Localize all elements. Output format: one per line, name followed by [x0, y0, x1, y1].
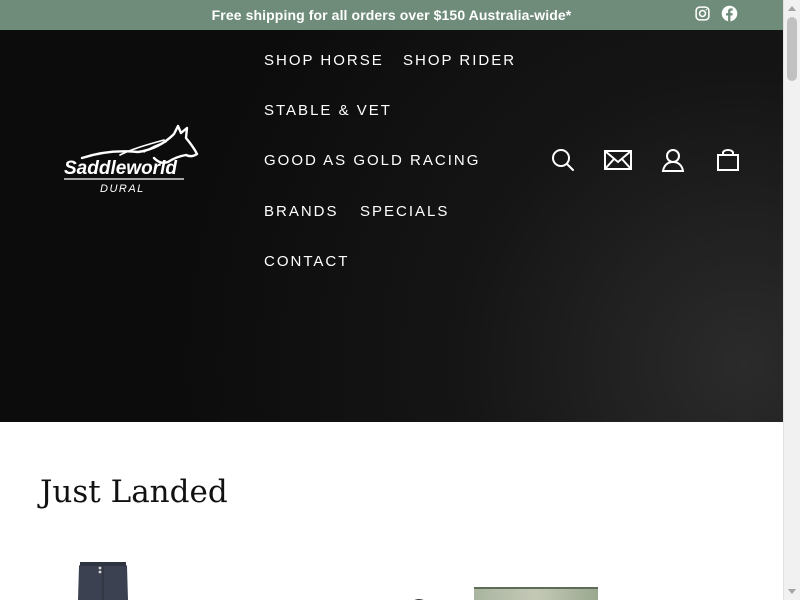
instagram-icon[interactable]	[694, 5, 711, 22]
nav-shop-horse[interactable]: SHOP HORSE	[264, 52, 384, 69]
scroll-thumb[interactable]	[787, 17, 797, 81]
nav-contact[interactable]: CONTACT	[264, 253, 349, 270]
scroll-down-arrow[interactable]	[788, 589, 796, 594]
page-scrollbar[interactable]	[783, 0, 800, 600]
scroll-up-arrow[interactable]	[788, 6, 796, 11]
product-image-item[interactable]	[648, 594, 662, 600]
product-image-breeches[interactable]	[76, 560, 130, 600]
nav-brands[interactable]: BRANDS	[264, 203, 339, 220]
nav-stable-vet[interactable]: STABLE & VET	[264, 102, 392, 119]
envelope-icon[interactable]	[603, 147, 633, 173]
just-landed-title: Just Landed	[40, 474, 228, 510]
nav-good-as-gold-racing[interactable]: GOOD AS GOLD RACING	[264, 152, 480, 169]
announcement-text: Free shipping for all orders over $150 A…	[211, 7, 572, 23]
nav-specials[interactable]: SPECIALS	[360, 203, 449, 220]
social-links	[694, 5, 738, 22]
logo-location-text: DURAL	[100, 183, 145, 195]
product-image-tack[interactable]	[370, 592, 428, 600]
site-header: Saddleworld DURAL SHOP HORSE SHOP RIDER …	[0, 30, 783, 422]
product-image-photo[interactable]	[474, 587, 598, 600]
nav-shop-rider[interactable]: SHOP RIDER	[403, 52, 516, 69]
facebook-icon[interactable]	[721, 5, 738, 22]
saddleworld-logo[interactable]: Saddleworld DURAL	[60, 122, 200, 198]
announcement-bar: Free shipping for all orders over $150 A…	[0, 0, 783, 30]
logo-brand-text: Saddleworld	[64, 158, 177, 179]
search-icon[interactable]	[550, 147, 576, 173]
cart-icon[interactable]	[715, 146, 741, 172]
account-icon[interactable]	[660, 147, 686, 173]
